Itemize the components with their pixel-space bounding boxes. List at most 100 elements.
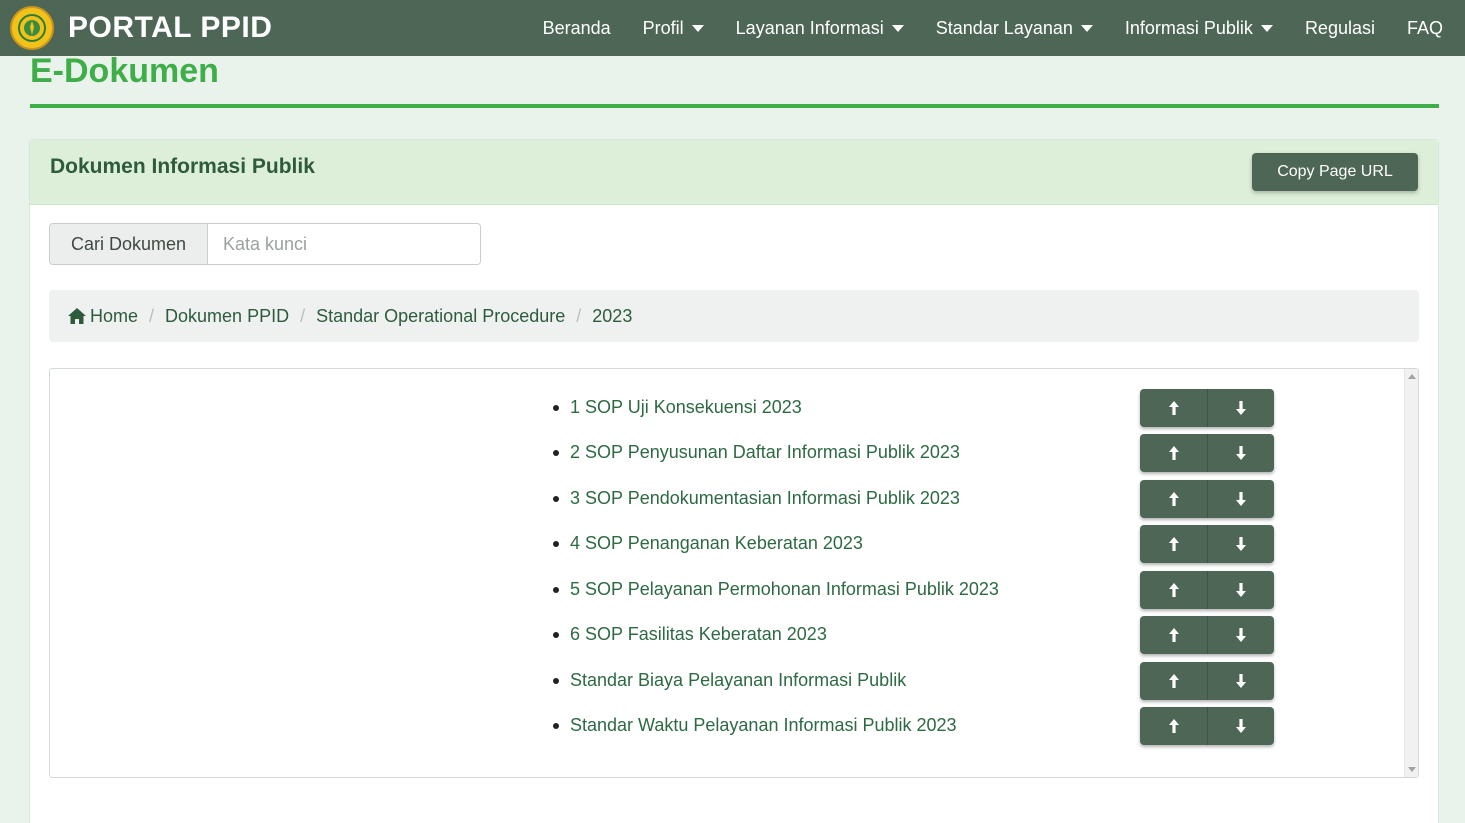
document-list-panel: 1 SOP Uji Konsekuensi 2023 2 SOP Penyusu… [49, 368, 1419, 778]
document-link[interactable]: 6 SOP Fasilitas Keberatan 2023 [570, 624, 827, 645]
breadcrumb-home[interactable]: Home [67, 306, 138, 327]
arrow-down-icon [1236, 401, 1246, 415]
move-down-button[interactable] [1207, 389, 1274, 427]
order-button-group [1140, 616, 1274, 654]
copy-page-url-button[interactable]: Copy Page URL [1252, 153, 1418, 191]
nav-item-label: Informasi Publik [1124, 17, 1253, 38]
arrow-up-icon [1168, 537, 1179, 551]
arrow-down-icon [1236, 537, 1246, 551]
arrow-up-icon [1168, 719, 1179, 733]
caret-down-icon [691, 24, 704, 32]
arrow-down-icon [1236, 446, 1246, 460]
move-down-button[interactable] [1207, 616, 1274, 654]
nav-item-label: Standar Layanan [935, 17, 1073, 38]
nav-item-beranda[interactable]: Beranda [543, 18, 611, 39]
home-icon [67, 307, 87, 325]
nav-item-label: Layanan Informasi [735, 17, 884, 38]
page-title: E-Dokumen [30, 52, 219, 90]
search-input[interactable] [208, 224, 480, 264]
arrow-up-icon [1168, 492, 1179, 506]
document-link[interactable]: Standar Biaya Pelayanan Informasi Publik [570, 670, 906, 691]
list-item: 5 SOP Pelayanan Permohonan Informasi Pub… [50, 571, 1350, 609]
caret-down-icon [1080, 24, 1093, 32]
document-link[interactable]: 5 SOP Pelayanan Permohonan Informasi Pub… [570, 579, 999, 600]
document-link[interactable]: 2 SOP Penyusunan Daftar Informasi Publik… [570, 442, 960, 463]
bullet [553, 541, 559, 547]
list-item: 6 SOP Fasilitas Keberatan 2023 [50, 616, 1350, 654]
move-up-button[interactable] [1140, 616, 1207, 654]
breadcrumb-label: Home [90, 305, 139, 326]
nav-item-standar-layanan[interactable]: Standar Layanan [936, 18, 1093, 39]
arrow-down-icon [1236, 628, 1246, 642]
scrollbar[interactable] [1404, 369, 1418, 777]
move-up-button[interactable] [1140, 662, 1207, 700]
move-up-button[interactable] [1140, 434, 1207, 472]
card-header: Dokumen Informasi Publik Copy Page URL [30, 140, 1438, 205]
move-up-button[interactable] [1140, 707, 1207, 745]
nav-item-informasi-publik[interactable]: Informasi Publik [1125, 18, 1273, 39]
order-button-group [1140, 389, 1274, 427]
move-down-button[interactable] [1207, 434, 1274, 472]
nav-item-regulasi[interactable]: Regulasi [1305, 18, 1375, 39]
arrow-up-icon [1168, 628, 1179, 642]
bullet [553, 678, 559, 684]
arrow-up-icon [1168, 674, 1179, 688]
bullet [553, 405, 559, 411]
bullet [553, 496, 559, 502]
nav-item-layanan-informasi[interactable]: Layanan Informasi [736, 18, 904, 39]
nav-item-label: FAQ [1406, 17, 1443, 38]
scroll-down-icon[interactable] [1408, 767, 1416, 772]
move-up-button[interactable] [1140, 571, 1207, 609]
nav-menu: Beranda Profil Layanan Informasi Standar… [511, 0, 1443, 56]
breadcrumb-separator: / [300, 305, 306, 326]
card-title: Dokumen Informasi Publik [50, 155, 315, 178]
move-down-button[interactable] [1207, 571, 1274, 609]
nav-item-label: Beranda [542, 17, 611, 38]
move-down-button[interactable] [1207, 662, 1274, 700]
title-divider [30, 104, 1439, 108]
breadcrumb-separator: / [576, 305, 582, 326]
breadcrumb: Home / Dokumen PPID / Standar Operationa… [49, 290, 1419, 342]
arrow-down-icon [1236, 583, 1246, 597]
breadcrumb-separator: / [149, 305, 155, 326]
document-link[interactable]: 1 SOP Uji Konsekuensi 2023 [570, 397, 802, 418]
arrow-up-icon [1168, 583, 1179, 597]
arrow-down-icon [1236, 492, 1246, 506]
nav-item-profil[interactable]: Profil [643, 18, 704, 39]
arrow-down-icon [1236, 719, 1246, 733]
order-button-group [1140, 707, 1274, 745]
move-down-button[interactable] [1207, 525, 1274, 563]
move-down-button[interactable] [1207, 707, 1274, 745]
document-link[interactable]: Standar Waktu Pelayanan Informasi Publik… [570, 715, 957, 736]
nav-item-label: Profil [642, 17, 684, 38]
caret-down-icon [1260, 24, 1273, 32]
bullet [553, 723, 559, 729]
search-group: Cari Dokumen [49, 223, 481, 265]
order-button-group [1140, 434, 1274, 472]
move-up-button[interactable] [1140, 480, 1207, 518]
brand-name: PORTAL PPID [68, 11, 273, 44]
move-up-button[interactable] [1140, 389, 1207, 427]
document-link[interactable]: 4 SOP Penanganan Keberatan 2023 [570, 533, 863, 554]
breadcrumb-sop[interactable]: Standar Operational Procedure [316, 306, 565, 327]
order-button-group [1140, 480, 1274, 518]
move-down-button[interactable] [1207, 480, 1274, 518]
move-up-button[interactable] [1140, 525, 1207, 563]
document-link[interactable]: 3 SOP Pendokumentasian Informasi Publik … [570, 488, 960, 509]
nav-item-faq[interactable]: FAQ [1407, 18, 1443, 39]
scroll-up-icon[interactable] [1408, 374, 1416, 379]
list-item: Standar Biaya Pelayanan Informasi Publik [50, 662, 1350, 700]
bullet [553, 587, 559, 593]
caret-down-icon [891, 24, 904, 32]
arrow-down-icon [1236, 674, 1246, 688]
search-label: Cari Dokumen [50, 224, 208, 264]
bullet [553, 632, 559, 638]
arrow-up-icon [1168, 401, 1179, 415]
list-item: 3 SOP Pendokumentasian Informasi Publik … [50, 480, 1350, 518]
arrow-up-icon [1168, 446, 1179, 460]
nav-item-label: Regulasi [1304, 17, 1375, 38]
breadcrumb-dokumen-ppid[interactable]: Dokumen PPID [165, 306, 289, 327]
order-button-group [1140, 525, 1274, 563]
brand[interactable]: PORTAL PPID [10, 6, 272, 50]
list-item: 1 SOP Uji Konsekuensi 2023 [50, 389, 1350, 427]
